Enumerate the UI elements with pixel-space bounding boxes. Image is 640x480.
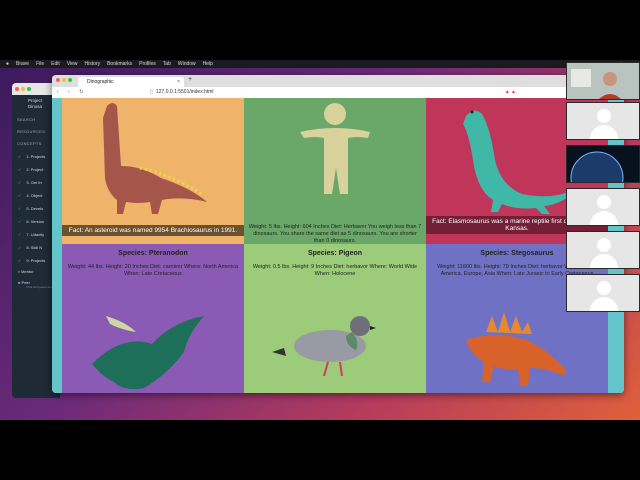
menu-help[interactable]: Help [203,60,213,68]
os-menubar: ● Brave File Edit View History Bookmarks… [0,60,640,68]
close-window-icon[interactable] [56,78,60,82]
species-label: Species: Pteranodon [118,250,188,257]
species-label: Species: Pigeon [307,250,363,257]
dino-grid: Fact: An asteroid was named 9954 Brachio… [62,98,608,393]
check-icon: ✓ [18,232,22,237]
avatar-body [590,211,618,225]
check-icon: ✓ [18,258,22,263]
tile-pigeon: Species: Pigeon Weight: 0.5 lbs. Height:… [244,244,426,393]
check-icon: ✓ [18,193,22,198]
participant-camera-feed[interactable] [566,62,640,100]
check-icon: ✓ [18,245,22,250]
menu-view[interactable]: View [67,60,78,68]
menu-file[interactable]: File [36,60,44,68]
fact-text: Fact: An asteroid was named 9954 Brachio… [62,225,244,236]
avatar-icon [597,195,611,209]
human-info: Weight: 5 lbs. Height: 604 Inches Diet: … [248,224,422,244]
window-controls [56,78,72,82]
avatar-body [590,125,618,139]
maximize-window-icon[interactable] [68,78,72,82]
tab-bar: Dinographic × + [52,75,624,87]
participant-avatar[interactable] [566,231,640,269]
page-content: Fact: An asteroid was named 9954 Brachio… [52,98,624,393]
bookmark-icon[interactable]: ▯ [150,87,153,98]
brave-shield-icon[interactable]: ▲ ▲ [505,87,516,98]
participant-avatar[interactable] [566,274,640,312]
close-window-icon[interactable] [15,87,19,91]
menu-tab[interactable]: Tab [163,60,171,68]
pigeon-image [272,316,376,377]
apple-icon[interactable]: ● [6,60,9,68]
participant-avatar[interactable] [566,188,640,226]
minimize-window-icon[interactable] [21,87,25,91]
tab-title: Dinographic [87,79,114,85]
avatar-body [590,297,618,311]
tile-brachiosaurus: Fact: An asteroid was named 9954 Brachio… [62,98,244,244]
check-icon: ✓ [18,219,22,224]
check-icon: ✓ [18,206,22,211]
brachiosaurus-image [103,103,207,214]
close-tab-icon[interactable]: × [177,77,180,87]
pteranodon-image [92,316,204,390]
avatar-body [590,254,618,268]
url-field[interactable]: 127.0.0.1:5501/index.html [156,87,214,98]
browser-window: Dinographic × + ‹ › ↻ ▯ 127.0.0.1:5501/i… [52,75,624,393]
participant-video-earth[interactable] [566,145,640,183]
check-icon: ✓ [18,167,22,172]
participant-avatar[interactable] [566,102,640,140]
menu-profiles[interactable]: Profiles [139,60,156,68]
person-camera-image [567,63,639,99]
species-info: Weight: 44 lbs. Height: 20 Inches Diet: … [67,264,239,277]
menu-history[interactable]: History [85,60,101,68]
avatar-icon [597,109,611,123]
check-icon: ✓ [18,154,22,159]
human-silhouette-image [300,103,370,194]
avatar-icon [597,238,611,252]
species-info: Weight: 0.5 lbs. Height: 9 Inches Diet: … [252,264,418,277]
menu-brave[interactable]: Brave [16,60,29,68]
minimize-window-icon[interactable] [62,78,66,82]
avatar-icon [597,281,611,295]
earth-image [570,151,624,182]
tile-pteranodon: Species: Pteranodon Weight: 44 lbs. Heig… [62,244,244,393]
menu-window[interactable]: Window [178,60,196,68]
menu-edit[interactable]: Edit [51,60,60,68]
tile-human: Weight: 5 lbs. Height: 604 Inches Diet: … [244,98,426,244]
maximize-window-icon[interactable] [27,87,31,91]
nav-buttons[interactable]: ‹ › ↻ [57,87,87,98]
menu-bookmarks[interactable]: Bookmarks [107,60,132,68]
tab-dinographic[interactable]: Dinographic × [78,77,184,87]
check-icon: ✓ [18,180,22,185]
new-tab-button[interactable]: + [188,76,192,83]
